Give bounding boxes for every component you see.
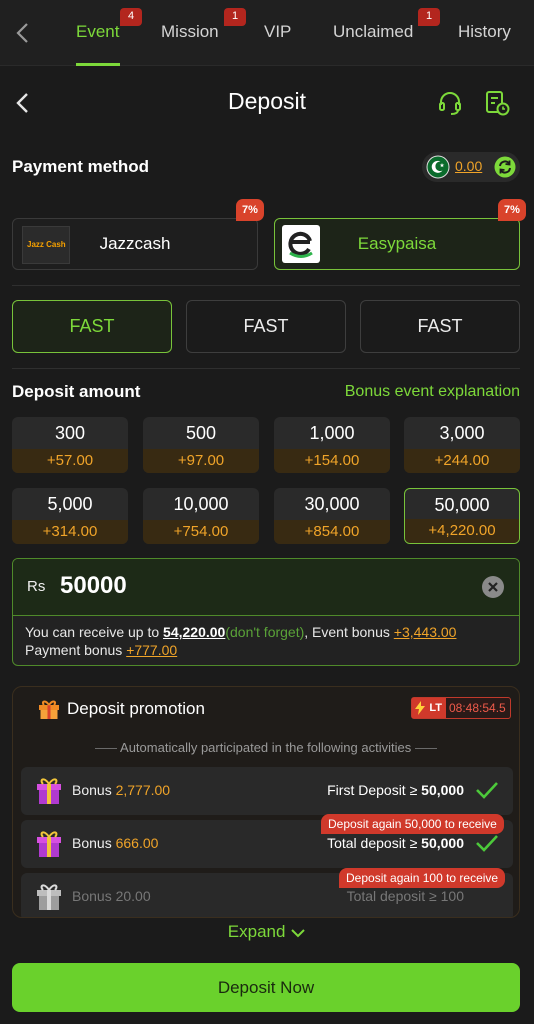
amount-bonus: +244.00 [404,449,520,473]
amount-value: 50,000 [434,495,490,515]
promotion-title: Deposit promotion [67,699,205,718]
amount-value: 3,000 [439,423,485,443]
tab-event[interactable]: Event [76,22,119,42]
page-header: Deposit [0,66,534,138]
amount-option-500[interactable]: 500 +97.00 [143,417,259,473]
payment-method-name: Jazzcash [99,234,171,253]
divider [12,368,520,369]
amount-bonus: +4,220.00 [405,519,519,543]
amount-option-10000[interactable]: 10,000 +754.00 [143,488,259,544]
deposit-record-icon[interactable] [484,90,510,116]
activity-bonus: Bonus 20.00 [72,888,151,904]
deposit-now-button[interactable]: Deposit Now [12,963,520,1012]
balance-pill: 0.00 [422,152,520,182]
payment-method-name: Easypaisa [357,234,437,253]
event-bonus-value: +3,443.00 [393,624,457,640]
pakistan-flag-icon [426,155,450,179]
gift-icon [39,700,59,719]
activity-bonus: Bonus 2,777.00 [72,782,171,798]
amount-option-30000[interactable]: 30,000 +854.00 [274,488,390,544]
payment-bonus-line: Payment bonus +777.00 [25,642,177,658]
lightning-icon [415,701,425,715]
amount-option-5000[interactable]: 5,000 +314.00 [12,488,128,544]
payment-method-rate-badge: 7% [236,199,264,221]
refresh-icon[interactable] [494,156,516,178]
payment-bonus-value: +777.00 [126,642,178,658]
promotion-activity-row: Bonus 2,777.00 First Deposit ≥ 50,000 [21,767,513,815]
close-icon [488,582,498,592]
amount-bonus: +97.00 [143,449,259,473]
tab-unclaimed-badge: 1 [418,8,440,26]
payment-method-rate-badge: 7% [498,199,526,221]
divider [12,285,520,286]
payment-bonus-label: Payment bonus [25,642,123,658]
amount-option-50000[interactable]: 50,000 +4,220.00 [404,488,520,544]
expand-label: Expand [227,922,286,941]
receive-prefix: You can receive up to [25,624,160,640]
chevron-left-icon[interactable] [12,20,34,46]
amount-bonus: +314.00 [12,520,128,544]
amount-bonus: +154.00 [274,449,390,473]
amount-value: 5,000 [47,494,93,514]
deposit-amount-box: Rs You can receive up to 54,220.00(don't… [12,558,520,666]
top-tab-bar: Event 4 Mission 1 VIP Unclaimed 1 Histor… [0,0,534,66]
bonus-event-explanation-link[interactable]: Bonus event explanation [345,383,520,401]
headset-support-icon[interactable] [437,90,463,116]
activity-tip: Deposit again 50,000 to receive [321,814,504,834]
activity-condition: Total deposit ≥ 50,000 [327,835,464,851]
amount-option-300[interactable]: 300 +57.00 [12,417,128,473]
amount-bonus: +57.00 [12,449,128,473]
amount-input-row: Rs [13,559,519,616]
balance-amount: 0.00 [455,158,483,174]
amount-value: 500 [185,423,217,443]
currency-label: Rs [27,578,46,595]
amount-value: 10,000 [173,494,229,514]
activity-bonus: Bonus 666.00 [72,835,159,851]
gift-box-icon [37,831,61,857]
payment-method-easypaisa[interactable]: Easypaisa 7% [274,199,526,270]
check-icon [476,782,498,799]
channel-option-2[interactable]: FAST [186,300,346,353]
expand-button[interactable]: Expand [0,922,534,942]
amount-value: 1,000 [309,423,355,443]
receive-note: (don't forget) [225,624,305,640]
receive-info-line: You can receive up to 54,220.00(don't fo… [25,624,456,640]
gift-box-icon [37,884,61,910]
tab-mission-badge: 1 [224,8,246,26]
check-icon [476,835,498,852]
amount-option-1000[interactable]: 1,000 +154.00 [274,417,390,473]
activity-tip: Deposit again 100 to receive [339,868,506,888]
tab-mission[interactable]: Mission [161,22,219,42]
amount-bonus: +854.00 [274,520,390,544]
timer-value: 08:48:54.5 [449,701,506,715]
receive-amount: 54,220.00 [163,624,226,640]
payment-method-jazzcash[interactable]: Jazz Cash Jazzcash 7% [12,199,264,270]
channel-option-3[interactable]: FAST [360,300,520,353]
deposit-promotion-panel: Deposit promotion LT 08:48:54.5 Automati… [12,686,520,918]
amount-value: 30,000 [304,494,360,514]
channel-option-1[interactable]: FAST [12,300,172,353]
payment-method-label: Payment method [12,157,149,176]
gift-box-icon [37,778,61,804]
tab-history[interactable]: History [458,22,511,42]
tab-unclaimed[interactable]: Unclaimed [333,22,413,42]
tab-event-badge: 4 [120,8,142,26]
activity-condition: First Deposit ≥ 50,000 [327,782,464,798]
countdown-timer: LT 08:48:54.5 [411,697,511,719]
amount-input[interactable] [60,572,440,600]
tab-vip[interactable]: VIP [264,22,291,42]
clear-input-button[interactable] [482,576,504,598]
deposit-amount-label: Deposit amount [12,382,141,401]
amount-value: 300 [54,423,86,443]
event-bonus-label: , Event bonus [304,624,390,640]
chevron-down-icon [291,928,305,937]
amount-bonus: +754.00 [143,520,259,544]
amount-option-3000[interactable]: 3,000 +244.00 [404,417,520,473]
promotion-subtitle: Automatically participated in the follow… [13,740,519,755]
activity-condition: Total deposit ≥ 100 [346,888,464,904]
